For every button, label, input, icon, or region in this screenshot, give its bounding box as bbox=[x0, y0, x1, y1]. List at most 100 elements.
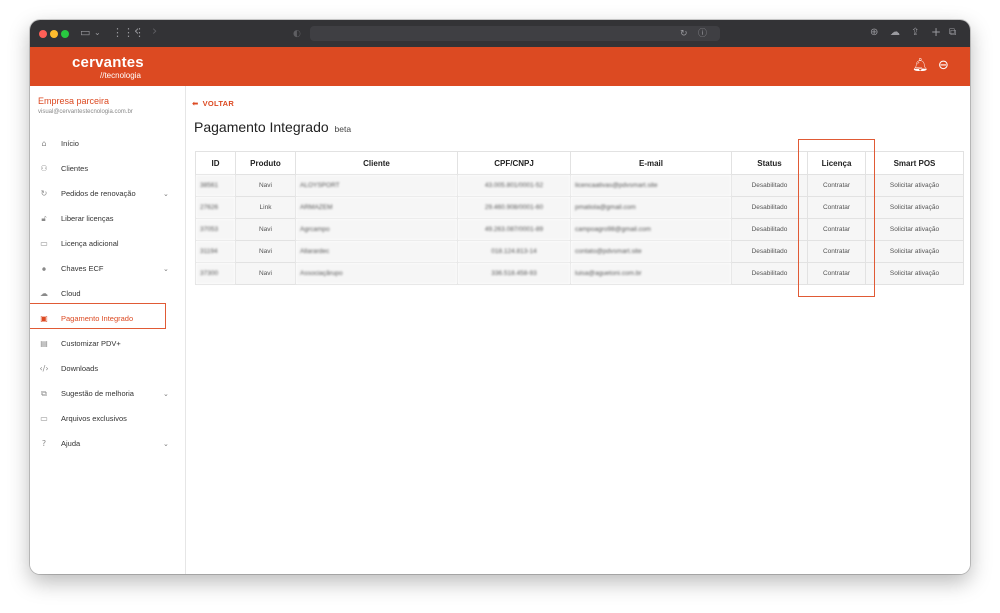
cell-produto: Navi bbox=[235, 174, 296, 197]
company-name: Empresa parceira bbox=[38, 96, 110, 106]
page-title-text: Pagamento Integrado bbox=[194, 119, 329, 135]
sidebar-item-arquivos-exclusivos[interactable]: ▭ Arquivos exclusivos bbox=[30, 406, 185, 431]
column-header-cliente[interactable]: Cliente bbox=[295, 151, 458, 175]
sidebar-item-downloads[interactable]: ‹/› Downloads bbox=[30, 356, 185, 381]
sidebar-item-label: Licença adicional bbox=[61, 239, 119, 248]
sidebar-item-label: Arquivos exclusivos bbox=[61, 414, 127, 423]
sidebar-item-ajuda[interactable]: ? Ajuda ⌄ bbox=[30, 431, 185, 456]
column-header-id[interactable]: ID bbox=[195, 151, 236, 175]
lock-icon: 🔓︎ bbox=[41, 213, 47, 223]
sidebar-item-label: Cloud bbox=[61, 289, 81, 298]
contratar-link[interactable]: Contratar bbox=[807, 174, 866, 197]
cloud-icon[interactable]: ☁ bbox=[890, 26, 900, 40]
cell-status: Desabilitado bbox=[731, 262, 808, 285]
chevron-down-icon[interactable]: ⌄ bbox=[163, 390, 169, 398]
solicitar-ativacao-link[interactable]: Solicitar ativação bbox=[865, 196, 964, 219]
solicitar-ativacao-link[interactable]: Solicitar ativação bbox=[865, 240, 964, 263]
cell-id: 37300 bbox=[195, 262, 236, 285]
cell-produto: Navi bbox=[235, 262, 296, 285]
cell-id: 27626 bbox=[195, 196, 236, 219]
back-link[interactable]: ⬅ VOLTAR bbox=[192, 99, 234, 108]
chevron-down-icon[interactable]: ⌄ bbox=[163, 190, 169, 198]
logo[interactable]: cervantes bbox=[72, 54, 144, 71]
sidebar-item-inicio[interactable]: ⌂ Início bbox=[30, 131, 185, 156]
cloud-icon: ☁ bbox=[40, 289, 48, 298]
sidebar-item-label: Clientes bbox=[61, 164, 89, 173]
sidebar-toggle-icon[interactable]: ▭ bbox=[80, 26, 90, 40]
sidebar-item-sugestao-melhoria[interactable]: ⧉ Sugestão de melhoria ⌄ bbox=[30, 381, 185, 406]
column-header-status[interactable]: Status bbox=[731, 151, 808, 175]
cell-status: Desabilitado bbox=[731, 218, 808, 241]
back-nav-icon[interactable]: ‹ bbox=[134, 25, 139, 39]
cell-email: luisa@aguetoni.com.br bbox=[570, 262, 732, 285]
help-icon: ? bbox=[41, 439, 47, 448]
column-header-produto[interactable]: Produto bbox=[235, 151, 296, 175]
share-icon[interactable]: ⇪ bbox=[911, 26, 919, 40]
cell-cpf-cnpj: 43.005.801/0001-52 bbox=[457, 174, 571, 197]
logo-subtitle: //tecnologia bbox=[100, 71, 141, 80]
cell-status: Desabilitado bbox=[731, 174, 808, 197]
contratar-link[interactable]: Contratar bbox=[807, 240, 866, 263]
privacy-shield-icon: ◐ bbox=[293, 29, 301, 39]
column-header-smart-pos[interactable]: Smart POS bbox=[865, 151, 964, 175]
table-header-row: ID Produto Cliente CPF/CNPJ E-mail Statu… bbox=[195, 151, 964, 175]
solicitar-ativacao-link[interactable]: Solicitar ativação bbox=[865, 262, 964, 285]
cell-cpf-cnpj: 018.124.813-14 bbox=[457, 240, 571, 263]
code-icon: ‹/› bbox=[39, 364, 49, 373]
chevron-down-icon[interactable]: ⌄ bbox=[94, 26, 101, 40]
sidebar-item-pedidos-renovacao[interactable]: ↻ Pedidos de renovação ⌄ bbox=[30, 181, 185, 206]
contratar-link[interactable]: Contratar bbox=[807, 262, 866, 285]
beta-badge: beta bbox=[334, 124, 352, 134]
window-icon: ▭ bbox=[40, 239, 48, 248]
sidebar-item-cloud[interactable]: ☁ Cloud bbox=[30, 281, 185, 306]
main-content: ⬅ VOLTAR Pagamento Integrado beta ID Prod… bbox=[186, 86, 970, 574]
cell-id: 31194 bbox=[195, 240, 236, 263]
minimize-window-button[interactable] bbox=[50, 30, 58, 38]
solicitar-ativacao-link[interactable]: Solicitar ativação bbox=[865, 174, 964, 197]
sidebar-item-chaves-ecf[interactable]: ⦁ Chaves ECF ⌄ bbox=[30, 256, 185, 281]
cell-produto: Navi bbox=[235, 218, 296, 241]
sidebar-item-licenca-adicional[interactable]: ▭ Licença adicional bbox=[30, 231, 185, 256]
info-icon[interactable]: ⓘ bbox=[698, 27, 707, 41]
contratar-link[interactable]: Contratar bbox=[807, 196, 866, 219]
sidebar-item-pagamento-integrado[interactable]: ▣ Pagamento Integrado bbox=[30, 303, 185, 331]
sidebar-item-liberar-licencas[interactable]: 🔓︎ Liberar licenças bbox=[30, 206, 185, 231]
sidebar-item-customizar-pdv[interactable]: ▤ Customizar PDV+ bbox=[30, 331, 185, 356]
app-header: cervantes //tecnologia 🔔︎ ⊖ bbox=[30, 47, 970, 86]
notifications-bell-icon[interactable]: 🔔︎ bbox=[912, 58, 929, 73]
sidebar-item-label: Liberar licenças bbox=[61, 214, 114, 223]
payments-table: ID Produto Cliente CPF/CNPJ E-mail Statu… bbox=[195, 151, 964, 285]
sidebar-item-label: Ajuda bbox=[61, 439, 81, 448]
logout-icon[interactable]: ⊖ bbox=[938, 58, 949, 73]
cell-email: campoagro98@gmail.com bbox=[570, 218, 732, 241]
column-header-licenca[interactable]: Licença bbox=[807, 151, 866, 175]
download-icon[interactable]: ⊕ bbox=[870, 26, 878, 40]
solicitar-ativacao-link[interactable]: Solicitar ativação bbox=[865, 218, 964, 241]
sidebar-item-clientes[interactable]: ⚇ Clientes bbox=[30, 156, 185, 181]
forward-nav-icon[interactable]: › bbox=[152, 25, 157, 39]
cell-cliente: Allarardec bbox=[295, 240, 458, 263]
address-bar[interactable] bbox=[310, 26, 720, 41]
folder-icon: ▭ bbox=[40, 414, 48, 423]
chevron-down-icon[interactable]: ⌄ bbox=[163, 265, 169, 273]
sidebar-item-label: Customizar PDV+ bbox=[61, 339, 121, 348]
table-row: 38561 Navi ALOYSPORT 43.005.801/0001-52 … bbox=[195, 174, 964, 197]
reload-icon[interactable]: ↻ bbox=[680, 27, 688, 41]
close-window-button[interactable] bbox=[39, 30, 47, 38]
contratar-link[interactable]: Contratar bbox=[807, 218, 866, 241]
tabs-overview-icon[interactable]: ⧉ bbox=[949, 26, 956, 40]
cell-cliente: ALOYSPORT bbox=[295, 174, 458, 197]
column-header-email[interactable]: E-mail bbox=[570, 151, 732, 175]
table-row: 27626 Link ARMAZEM 29.460.908/0001-60 pm… bbox=[195, 196, 964, 219]
cell-status: Desabilitado bbox=[731, 240, 808, 263]
column-header-cpf-cnpj[interactable]: CPF/CNPJ bbox=[457, 151, 571, 175]
maximize-window-button[interactable] bbox=[61, 30, 69, 38]
cell-id: 37053 bbox=[195, 218, 236, 241]
sidebar-item-label: Início bbox=[61, 139, 79, 148]
chevron-down-icon[interactable]: ⌄ bbox=[163, 440, 169, 448]
new-tab-icon[interactable]: + bbox=[931, 25, 941, 39]
cell-email: licencaativas@pdvsmart.site bbox=[570, 174, 732, 197]
cell-email: contato@pdvsmart.site bbox=[570, 240, 732, 263]
tab-grid-icon[interactable]: ⋮⋮⋮ bbox=[112, 26, 145, 40]
home-icon: ⌂ bbox=[41, 139, 47, 148]
